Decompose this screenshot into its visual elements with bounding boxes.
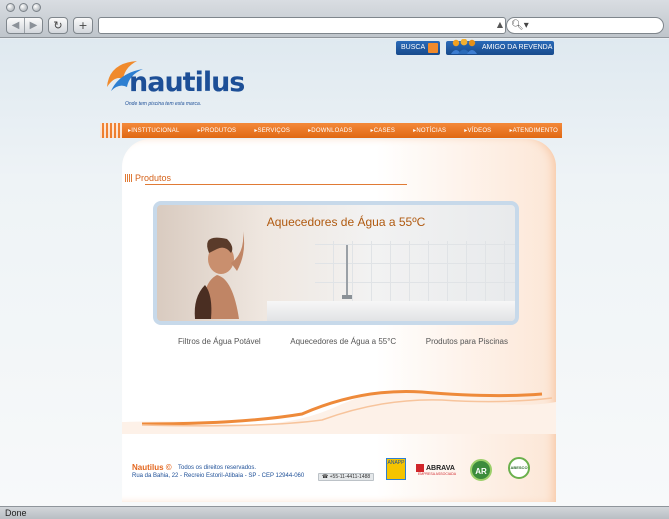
nav-item-institucional[interactable]: INSTITUCIONAL (128, 127, 180, 134)
busca-label: BUSCA (401, 44, 426, 51)
rss-icon[interactable]: ▲ (497, 20, 503, 29)
footer-brand: Nautilus © (132, 463, 172, 472)
address-bar[interactable]: ▲ (98, 17, 506, 34)
abesco-label: ABESCO (510, 465, 528, 470)
minimize-window-button[interactable] (19, 3, 28, 12)
logo-tagline: Onde tem piscina tem esta marca. (125, 101, 202, 107)
nav-stripes (100, 123, 122, 138)
bathtub (267, 301, 515, 321)
browser-toolbar: ◀ ▶ ↻ + ▲ 🔍︎▾ (0, 0, 669, 38)
nav-item-servicos[interactable]: SERVIÇOS (254, 127, 290, 134)
nav-item-produtos[interactable]: PRODUTOS (198, 127, 237, 134)
close-window-button[interactable] (6, 3, 15, 12)
phone-number: +55-11-4411-1488 (329, 474, 371, 480)
ar-label: AR (475, 467, 487, 476)
window-controls (6, 3, 41, 12)
footer-address: Rua da Bahia, 22 - Recreio Estoril-Atiba… (132, 473, 305, 479)
anapp-label: ANAPP (387, 460, 405, 466)
search-field[interactable]: 🔍︎▾ (506, 17, 664, 34)
nautilus-logo[interactable]: nautilus Onde tem piscina tem esta marca… (103, 57, 245, 111)
add-bookmark-button[interactable]: + (73, 17, 93, 34)
forward-button[interactable]: ▶ (24, 18, 42, 33)
link-aquecedores[interactable]: Aquecedores de Água a 55°C (290, 337, 396, 346)
product-banner[interactable]: Aquecedores de Água a 55ºC (153, 201, 519, 325)
reload-button[interactable]: ↻ (48, 17, 68, 34)
search-icon: 🔍︎▾ (511, 20, 529, 31)
partner-logos: ANAPP ABRAVA EMPRESA ASSOCIADA AR ABESCO (386, 457, 532, 485)
abesco-logo[interactable]: ABESCO (508, 457, 530, 479)
amigo-label: AMIGO DA REVENDA (482, 44, 553, 51)
search-go-icon (428, 43, 438, 53)
abrava-mark-icon (416, 464, 424, 472)
title-underline (145, 184, 407, 185)
page-viewport: BUSCA AMIGO DA REVENDA nautilus Onde tem… (0, 39, 669, 506)
nav-item-atendimento[interactable]: ATENDIMENTO (509, 127, 558, 134)
logo-wordmark: nautilus (129, 67, 245, 98)
abrava-logo[interactable]: ABRAVA EMPRESA ASSOCIADA (416, 464, 458, 480)
nav-item-noticias[interactable]: NOTÍCIAS (413, 127, 446, 134)
page-title: Produtos (124, 173, 172, 183)
back-button[interactable]: ◀ (7, 18, 24, 33)
shower-head-icon (342, 245, 352, 299)
phone-icon: ☎ (322, 474, 329, 480)
woman-shower-image (194, 231, 245, 319)
people-icon (451, 39, 477, 54)
ar-logo[interactable]: AR (470, 459, 492, 481)
zoom-window-button[interactable] (32, 3, 41, 12)
footer-rights: Todos os direitos reservados. (178, 465, 257, 471)
amigo-da-revenda-button[interactable]: AMIGO DA REVENDA (446, 39, 554, 55)
link-piscinas[interactable]: Produtos para Piscinas (426, 337, 508, 346)
status-bar: Done (0, 506, 669, 519)
nav-item-videos[interactable]: VÍDEOS (464, 127, 492, 134)
nav-item-cases[interactable]: CASES (370, 127, 395, 134)
history-buttons: ◀ ▶ (6, 17, 43, 34)
banner-title: Aquecedores de Água a 55ºC (266, 215, 426, 229)
abrava-subtitle: EMPRESA ASSOCIADA (417, 472, 457, 476)
link-filtros[interactable]: Filtros de Água Potável (178, 337, 261, 346)
busca-button[interactable]: BUSCA (396, 41, 440, 55)
anapp-logo[interactable]: ANAPP (386, 458, 406, 480)
footer-phone: ☎ +55-11-4411-1488 (318, 473, 375, 481)
abrava-label: ABRAVA (426, 464, 455, 472)
decorative-wave (122, 390, 556, 434)
status-text: Done (5, 508, 27, 518)
main-navigation: INSTITUCIONAL PRODUTOS SERVIÇOS DOWNLOAD… (100, 123, 562, 138)
product-links: Filtros de Água Potável Aquecedores de Á… (178, 337, 508, 346)
nav-item-downloads[interactable]: DOWNLOADS (308, 127, 352, 134)
